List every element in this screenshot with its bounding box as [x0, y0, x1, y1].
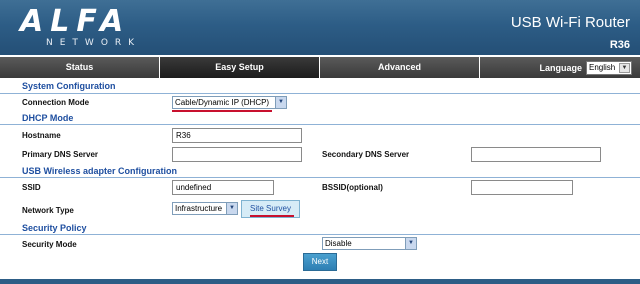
ssid-label: SSID	[22, 183, 41, 192]
logo-wordmark: ALFA	[20, 4, 131, 39]
tab-advanced[interactable]: Advanced	[320, 57, 480, 78]
primary-dns-label: Primary DNS Server	[22, 150, 99, 159]
chevron-down-icon: ▼	[405, 238, 416, 249]
secondary-dns-label: Secondary DNS Server	[322, 150, 410, 159]
highlight-underline	[250, 215, 294, 217]
language-select[interactable]: English ▼	[586, 60, 632, 75]
bssid-label: BSSID(optional)	[322, 183, 383, 192]
header-banner: ALFA NETWORK USB Wi-Fi Router R36	[0, 0, 640, 55]
secondary-dns-input[interactable]	[471, 147, 601, 162]
network-type-select[interactable]: Infrastructure ▼	[172, 202, 238, 215]
highlight-underline	[172, 110, 272, 112]
divider	[0, 124, 640, 125]
product-title: USB Wi-Fi Router	[510, 14, 630, 31]
hostname-input[interactable]: R36	[172, 128, 302, 143]
section-usb-wireless: USB Wireless adapter Configuration	[22, 166, 177, 176]
chevron-down-icon: ▼	[226, 203, 237, 214]
connection-mode-select[interactable]: Cable/Dynamic IP (DHCP) ▼	[172, 96, 287, 109]
logo-subtext: NETWORK	[46, 38, 142, 48]
chevron-down-icon: ▼	[619, 62, 630, 73]
ssid-input[interactable]: undefined	[172, 180, 274, 195]
section-dhcp-mode: DHCP Mode	[22, 113, 74, 123]
section-system-configuration: System Configuration	[22, 81, 116, 91]
footer-bar	[0, 279, 640, 284]
section-security-policy: Security Policy	[22, 223, 87, 233]
tab-easy-setup[interactable]: Easy Setup	[160, 57, 320, 78]
hostname-label: Hostname	[22, 131, 61, 140]
divider	[0, 234, 640, 235]
bssid-input[interactable]	[471, 180, 573, 195]
alfa-logo: ALFA NETWORK	[20, 6, 152, 50]
model-label: R36	[609, 39, 630, 51]
language-label: Language	[539, 62, 582, 73]
divider	[0, 93, 640, 94]
connection-mode-label: Connection Mode	[22, 98, 90, 107]
language-value: English	[589, 63, 616, 72]
main-nav: Status Easy Setup Advanced Language Engl…	[0, 57, 640, 78]
security-mode-label: Security Mode	[22, 240, 77, 249]
network-type-value: Infrastructure	[175, 204, 223, 213]
language-area: Language English ▼	[480, 57, 640, 78]
tab-status[interactable]: Status	[0, 57, 160, 78]
network-type-label: Network Type	[22, 206, 74, 215]
security-mode-select[interactable]: Disable ▼	[322, 237, 417, 250]
security-mode-value: Disable	[325, 239, 352, 248]
primary-dns-input[interactable]	[172, 147, 302, 162]
divider	[0, 177, 640, 178]
connection-mode-value: Cable/Dynamic IP (DHCP)	[175, 98, 270, 107]
next-button[interactable]: Next	[303, 253, 337, 271]
chevron-down-icon: ▼	[275, 97, 286, 108]
